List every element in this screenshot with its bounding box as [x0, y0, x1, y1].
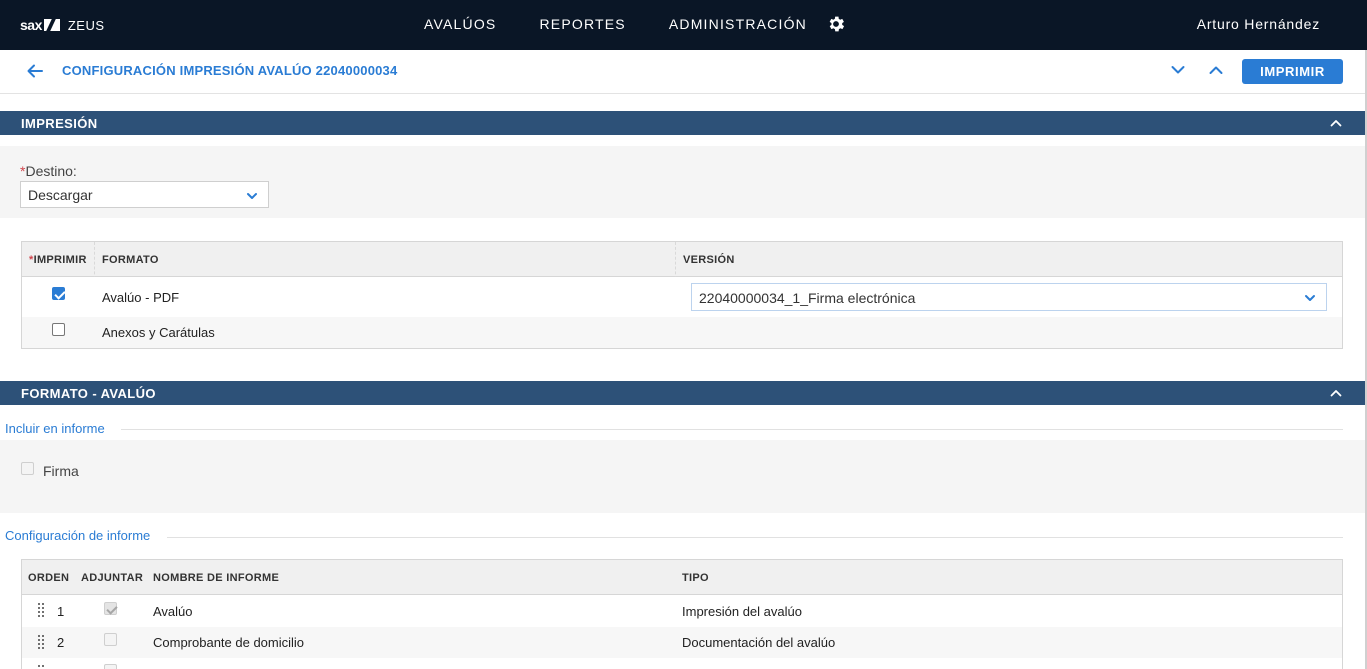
- chevron-down-icon[interactable]: [1169, 61, 1187, 79]
- section-title: FORMATO - AVALÚO: [21, 386, 156, 401]
- chevron-up-icon[interactable]: [1329, 116, 1343, 130]
- adjuntar-checkbox[interactable]: [104, 602, 117, 615]
- chevron-down-icon: [1305, 295, 1315, 301]
- user-name[interactable]: Arturo Hernández: [1197, 16, 1320, 32]
- print-button[interactable]: IMPRIMIR: [1242, 59, 1343, 84]
- col-nombre: NOMBRE DE INFORME: [153, 572, 280, 584]
- main-nav: AVALÚOS REPORTES ADMINISTRACIÓN: [424, 16, 850, 32]
- incluir-panel: [0, 440, 1367, 513]
- chevron-up-icon[interactable]: [1329, 386, 1343, 400]
- nombre-value: Comprobante de domicilio: [153, 635, 305, 650]
- col-orden: ORDEN: [28, 572, 70, 584]
- tipo-value: Documentación del avalúo: [682, 635, 836, 650]
- nombre-value: Avalúo: [153, 604, 193, 619]
- col-tipo: TIPO: [682, 572, 709, 584]
- col-formato: FORMATO: [102, 254, 159, 266]
- table-header: *IMPRIMIR FORMATO VERSIÓN: [22, 242, 1342, 277]
- product-name: ZEUS: [67, 17, 105, 33]
- table-row: [22, 658, 1342, 669]
- version-value: 22040000034_1_Firma electrónica: [699, 290, 916, 306]
- firma-label: Firma: [43, 463, 79, 479]
- table-row: Anexos y Carátulas: [22, 317, 1342, 348]
- impresion-table: *IMPRIMIR FORMATO VERSIÓN Avalúo - PDF 2…: [21, 241, 1343, 349]
- adjuntar-checkbox[interactable]: [104, 664, 117, 669]
- destino-select[interactable]: Descargar: [20, 181, 269, 208]
- nav-item-reportes[interactable]: REPORTES: [539, 16, 625, 32]
- adjuntar-checkbox[interactable]: [104, 633, 117, 646]
- firma-checkbox[interactable]: [21, 462, 34, 475]
- chevron-down-icon: [247, 193, 257, 199]
- configuracion-de-informe-label: Configuración de informe: [5, 528, 151, 543]
- table-row: 2 Comprobante de domicilio Documentación…: [22, 627, 1342, 658]
- destino-label: *Destino:: [20, 163, 77, 179]
- table-row: 1 Avalúo Impresión del avalúo: [22, 595, 1342, 627]
- fieldset-divider: [167, 537, 1343, 538]
- drag-handle-icon[interactable]: [38, 635, 46, 649]
- brand[interactable]: sax ZEUS: [20, 17, 105, 33]
- section-formato-avaluo-header[interactable]: FORMATO - AVALÚO: [0, 381, 1367, 405]
- print-checkbox[interactable]: [52, 287, 65, 300]
- section-impresion-header[interactable]: IMPRESIÓN: [0, 111, 1367, 135]
- nav-item-administracion[interactable]: ADMINISTRACIÓN: [669, 16, 807, 32]
- orden-value: 1: [57, 604, 65, 619]
- col-adjuntar: ADJUNTAR: [81, 572, 144, 584]
- top-navbar: sax ZEUS AVALÚOS REPORTES ADMINISTRACIÓN…: [0, 0, 1367, 50]
- configuracion-table: ORDEN ADJUNTAR NOMBRE DE INFORME TIPO 1 …: [21, 559, 1343, 669]
- drag-handle-icon[interactable]: [38, 665, 46, 669]
- incluir-en-informe-label: Incluir en informe: [5, 421, 105, 436]
- col-version: VERSIÓN: [683, 254, 735, 266]
- chevron-up-icon[interactable]: [1207, 61, 1225, 79]
- orden-value: 2: [57, 635, 65, 650]
- page-title: CONFIGURACIÓN IMPRESIÓN AVALÚO 220400000…: [62, 63, 398, 78]
- drag-handle-icon[interactable]: [38, 603, 46, 617]
- tipo-value: Impresión del avalúo: [682, 604, 802, 619]
- formato-name: Anexos y Carátulas: [102, 325, 215, 340]
- section-title: IMPRESIÓN: [21, 116, 98, 131]
- sax-logo: sax: [20, 17, 60, 33]
- nav-item-avaluos[interactable]: AVALÚOS: [424, 16, 496, 32]
- destino-value: Descargar: [28, 187, 93, 203]
- table-row: Avalúo - PDF 22040000034_1_Firma electró…: [22, 277, 1342, 317]
- fieldset-divider: [121, 429, 1343, 430]
- back-arrow-icon[interactable]: [25, 61, 45, 81]
- table-header: ORDEN ADJUNTAR NOMBRE DE INFORME TIPO: [22, 560, 1342, 595]
- logo-mark-icon: [43, 19, 60, 31]
- formato-name: Avalúo - PDF: [102, 290, 180, 305]
- print-checkbox[interactable]: [52, 323, 65, 336]
- page-header: CONFIGURACIÓN IMPRESIÓN AVALÚO 220400000…: [0, 50, 1367, 94]
- gear-icon[interactable]: [826, 14, 846, 34]
- col-imprimir: *IMPRIMIR: [29, 254, 87, 266]
- version-select[interactable]: 22040000034_1_Firma electrónica: [691, 283, 1327, 311]
